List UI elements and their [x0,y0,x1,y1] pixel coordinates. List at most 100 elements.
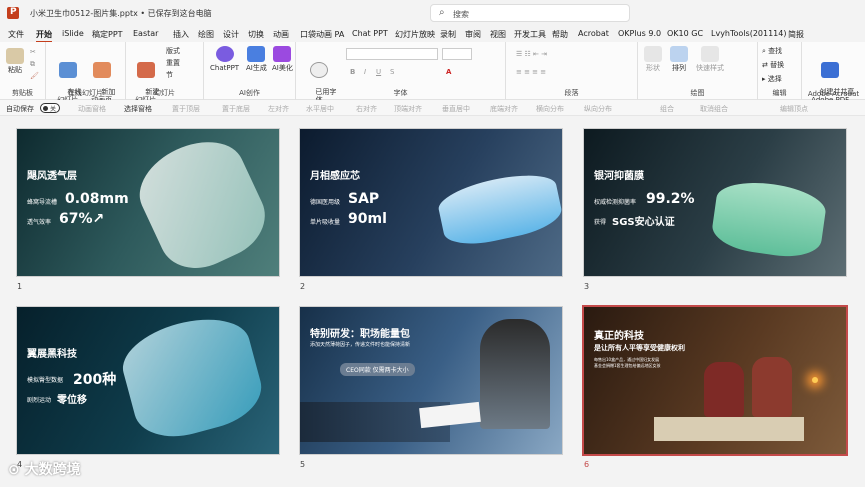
font-size-select[interactable] [442,48,472,60]
search-box[interactable]: ⌕ 搜索 [430,4,630,22]
bold-icon[interactable]: B [350,68,355,76]
quick-style-button[interactable]: 快速样式 [696,46,724,72]
align-icons[interactable]: ≡ ≡ ≡ ≡ [516,68,546,76]
slide-thumbnail-2[interactable]: 月相感应芯 德国医用级 SAP 单片吸收量 90ml [299,128,563,277]
menu-help[interactable]: 帮助 [552,29,568,40]
paste-button[interactable]: 粘贴 [6,48,24,74]
menu-animations[interactable]: 动画 [273,29,289,40]
slide-label: 权威检测抑菌率 [594,199,637,206]
slide-number: 2 [300,282,306,291]
tb-align-top[interactable]: 顶端对齐 [394,104,422,114]
pad-image [709,176,829,262]
replace-button[interactable]: ⇄ 替换 [762,60,784,70]
group-editing: ⌕ 查找 ⇄ 替换 ▸ 选择 编辑 [758,42,802,100]
tb-distribute-v[interactable]: 纵向分布 [584,104,612,114]
menu-design[interactable]: 设计 [223,29,239,40]
slide-label: 获得 [594,219,607,226]
layout-button[interactable]: 版式 [166,46,180,56]
group-paragraph: ☰ ☷ ⇤ ⇥ ≡ ≡ ≡ ≡ 段落 [506,42,638,100]
slide-thumbnail-4[interactable]: 翼展黑科技 模拟臀型数据 200种 剧烈运动 零位移 [16,306,280,455]
chatppt-button[interactable]: ChatPPT [210,46,239,72]
tb-align-left[interactable]: 左对齐 [268,104,289,114]
menu-transitions[interactable]: 切换 [248,29,264,40]
menu-acrobat[interactable]: Acrobat [578,29,609,38]
group-clipboard: 粘贴 ✂ ⧉ 🖌 剪贴板 [0,42,46,100]
format-painter-icon[interactable]: 🖌 [30,72,39,80]
slide-sorter: 飓风透气层 蜂窝导流槽 0.08mm 透气效率 67%↗ 1 月相感应芯 德国医… [0,117,865,487]
shape-button[interactable]: 形状 [644,46,662,72]
ai-beautify-button[interactable]: AI美化 [272,46,293,72]
tb-select-pane[interactable]: 选择窗格 [124,104,152,114]
slide-value: 0.08mm [65,191,129,207]
font-icon [310,62,329,78]
tb-distribute-h[interactable]: 横向分布 [536,104,564,114]
menu-draw[interactable]: 绘图 [198,29,214,40]
strikethrough-icon[interactable]: S [390,68,394,76]
pdf-icon [821,62,840,78]
group-drawing: 形状 排列 快速样式 绘图 [638,42,758,100]
tb-align-right[interactable]: 右对齐 [356,104,377,114]
section-button[interactable]: 节 [166,70,173,80]
menu-lvyhtools[interactable]: LvyhTools(201114) [711,29,786,38]
font-color-icon[interactable]: A [446,68,451,76]
copy-icon[interactable]: ⧉ [30,60,35,69]
arrange-button[interactable]: 排列 [670,46,688,72]
slide-title: 飓风透气层 [27,171,77,182]
slide-thumbnail-1[interactable]: 飓风透气层 蜂窝导流槽 0.08mm 透气效率 67%↗ [16,128,280,277]
bullets-icon[interactable]: ☰ ☷ ⇤ ⇥ [516,50,547,58]
menu-insert[interactable]: 插入 [173,29,189,40]
slide-note: 每售出10盒产品，通过中国妇女发展基金会捐赠1套生理包给偏远地区女孩 [594,357,661,368]
menu-pocket-anim[interactable]: 口袋动画 PA [300,29,344,40]
menu-ok10[interactable]: OK10 GC [667,29,703,38]
ribbon: 粘贴 ✂ ⧉ 🖌 剪贴板 在线 幻灯片 新加 动画页 在线幻灯片 新建 幻灯片 … [0,42,865,104]
menu-view[interactable]: 视图 [490,29,506,40]
ai-generate-icon [247,46,266,62]
slide-thumbnail-6[interactable]: 真正的科技 是让所有人平等享受健康权利 每售出10盒产品，通过中国妇女发展基金会… [582,305,848,456]
reset-button[interactable]: 重置 [166,58,180,68]
slide-number: 3 [584,282,590,291]
slide-subtitle: 添加天然薄荷因子，传递文件时也能保持清新 [310,342,411,348]
anim-page-icon [92,62,111,78]
autosave-label: 自动保存 [6,105,34,113]
cut-icon[interactable]: ✂ [30,48,36,56]
tb-edit-points[interactable]: 编辑顶点 [780,104,808,114]
menu-brief[interactable]: 简报 [788,29,804,40]
slide-value: 90ml [348,211,387,227]
menu-review[interactable]: 审阅 [465,29,481,40]
find-button[interactable]: ⌕ 查找 [762,46,782,56]
menu-chatppt[interactable]: Chat PPT [352,29,388,38]
slide-title: 银河抑菌膜 [594,171,644,182]
book-image [654,417,804,441]
slide-tag: CEO同款 仅需两卡大小 [340,363,415,376]
menu-eastar[interactable]: Eastar [133,29,158,38]
tb-center-v[interactable]: 垂直居中 [442,104,470,114]
slide-thumbnail-5[interactable]: 特别研发：职场能量包 添加天然薄荷因子，传递文件时也能保持清新 CEO同款 仅需… [299,306,563,455]
menu-file[interactable]: 文件 [8,29,24,40]
group-label-online-slides: 在线幻灯片 [68,89,103,97]
group-ai: ChatPPT AI生成 AI美化 AI创作 [204,42,296,100]
italic-icon[interactable]: I [364,68,366,76]
slide-thumbnail-3[interactable]: 银河抑菌膜 权威检测抑菌率 99.2% 获得 SGS安心认证 [583,128,847,277]
person-image [480,319,550,429]
font-name-select[interactable] [346,48,438,60]
menu-okplus[interactable]: OKPlus 9.0 [618,29,661,38]
slide-number: 1 [17,282,23,291]
menu-islide[interactable]: iSlide [62,29,84,38]
tb-group[interactable]: 组合 [660,104,674,114]
group-label-font: 字体 [393,89,408,97]
autosave-toggle[interactable]: 关 [40,103,60,113]
select-button[interactable]: ▸ 选择 [762,74,782,84]
menu-slideshow[interactable]: 幻灯片放映 [395,29,435,40]
tb-ungroup[interactable]: 取消组合 [700,104,728,114]
ai-generate-button[interactable]: AI生成 [246,46,267,72]
tb-anim-pane[interactable]: 动画窗格 [78,104,106,114]
menu-home[interactable]: 开始 [36,29,52,43]
menu-gaoding[interactable]: 稿定PPT [92,29,123,40]
tb-align-bottom[interactable]: 底端对齐 [490,104,518,114]
menu-record[interactable]: 录制 [440,29,456,40]
tb-center-h[interactable]: 水平居中 [306,104,334,114]
tb-send-back[interactable]: 置于底层 [222,104,250,114]
menu-developer[interactable]: 开发工具 [514,29,546,40]
tb-bring-front[interactable]: 置于顶层 [172,104,200,114]
underline-icon[interactable]: U [376,68,381,76]
